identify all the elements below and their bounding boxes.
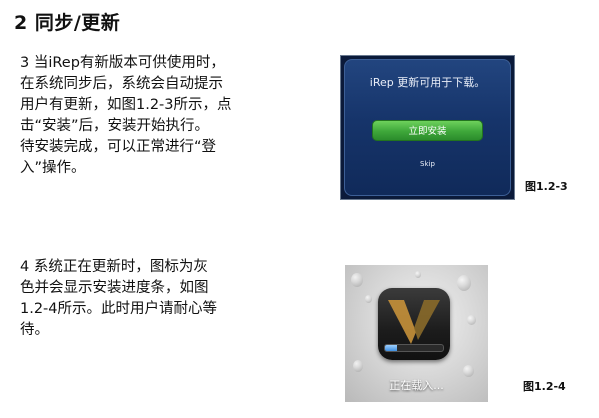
update-dialog-screenshot: iRep 更新可用于下载。 立即安装 Skip	[340, 55, 515, 200]
paragraph-line: 4 系统正在更新时，图标为灰	[20, 259, 208, 275]
install-now-button[interactable]: 立即安装	[372, 120, 483, 141]
app-icon	[378, 288, 450, 360]
loading-label: 正在载入...	[389, 379, 444, 392]
paragraph-update-available: 3 当iRep有新版本可供使用时， 在系统同步后，系统会自动提示 用户有更新，如…	[20, 53, 232, 179]
figure-caption-2: 图1.2-4	[523, 380, 566, 393]
paragraph-line: 3 当iRep有新版本可供使用时，	[20, 55, 225, 71]
paragraph-line: 击“安装”后，安装开始执行。	[20, 118, 210, 134]
install-progress-fill	[385, 345, 397, 351]
paragraph-updating: 4 系统正在更新时，图标为灰 色并会显示安装进度条，如图 1.2-4所示。此时用…	[20, 257, 217, 341]
paragraph-line: 待。	[20, 322, 49, 338]
paragraph-line: 在系统同步后，系统会自动提示	[20, 76, 223, 92]
install-progress-bar	[384, 344, 444, 352]
figure-caption-1: 图1.2-3	[525, 180, 568, 193]
section-title: 2 同步/更新	[14, 12, 121, 34]
skip-link[interactable]: Skip	[345, 160, 510, 168]
updating-icon-screenshot: 正在载入...	[345, 265, 488, 402]
paragraph-line: 待安装完成，可以正常进行“登	[20, 139, 217, 155]
update-dialog: iRep 更新可用于下载。 立即安装 Skip	[344, 59, 511, 196]
paragraph-line: 1.2-4所示。此时用户请耐心等	[20, 301, 218, 317]
paragraph-line: 入”操作。	[20, 160, 86, 176]
paragraph-line: 色并会显示安装进度条，如图	[20, 280, 209, 296]
dialog-title: iRep 更新可用于下载。	[369, 76, 486, 89]
paragraph-line: 用户有更新，如图1.2-3所示，点	[20, 97, 232, 113]
